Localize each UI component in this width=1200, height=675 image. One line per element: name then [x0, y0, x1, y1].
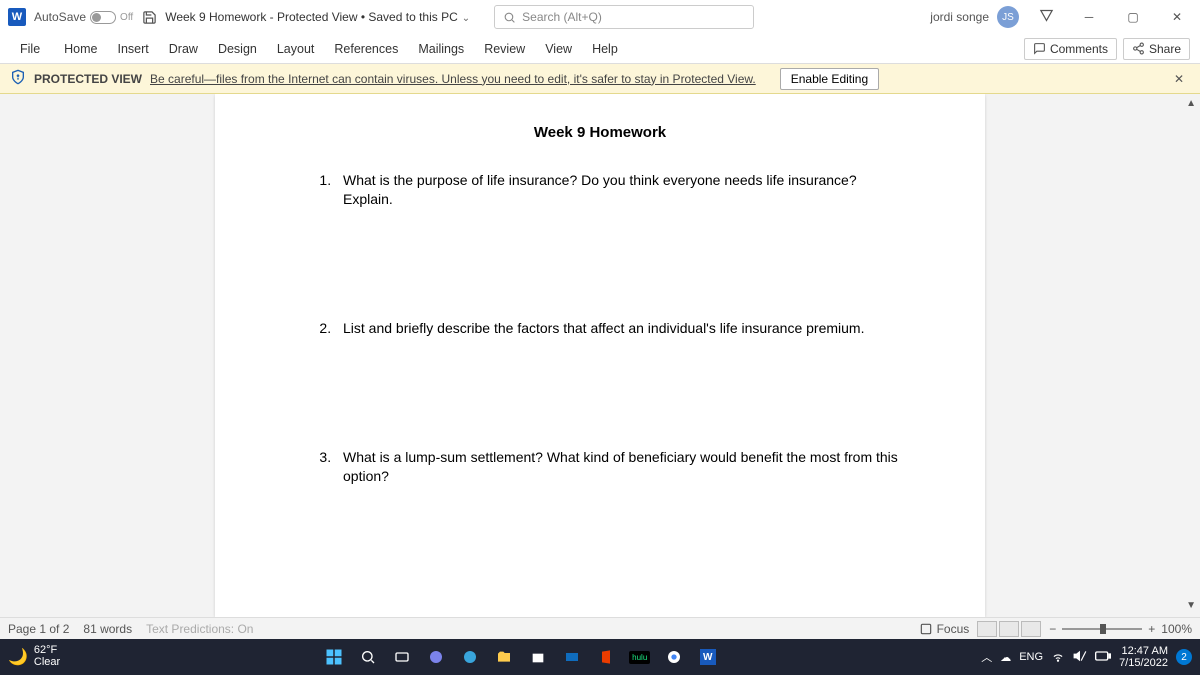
- time: 12:47 AM: [1122, 645, 1168, 657]
- moon-icon: 🌙: [8, 647, 28, 667]
- autosave-state: Off: [120, 12, 133, 23]
- text-predictions[interactable]: Text Predictions: On: [146, 622, 253, 636]
- word-count[interactable]: 81 words: [83, 622, 132, 636]
- ribbon-tabs: File Home Insert Draw Design Layout Refe…: [0, 34, 1200, 64]
- office-icon[interactable]: [591, 643, 621, 671]
- clock[interactable]: 12:47 AM 7/15/2022: [1119, 645, 1168, 669]
- status-bar: Page 1 of 2 81 words Text Predictions: O…: [0, 617, 1200, 639]
- tab-design[interactable]: Design: [208, 36, 267, 62]
- search-icon: [503, 11, 516, 24]
- tab-help[interactable]: Help: [582, 36, 628, 62]
- battery-icon[interactable]: [1095, 650, 1111, 665]
- document-title[interactable]: Week 9 Homework - Protected View • Saved…: [165, 10, 470, 24]
- zoom-percent[interactable]: 100%: [1161, 622, 1192, 636]
- title-bar: W AutoSave Off Week 9 Homework - Protect…: [0, 0, 1200, 34]
- ribbon-display-options[interactable]: [1039, 8, 1054, 26]
- store-icon[interactable]: [523, 643, 553, 671]
- zoom-in-icon[interactable]: +: [1148, 622, 1155, 636]
- tab-layout[interactable]: Layout: [267, 36, 325, 62]
- close-button[interactable]: ✕: [1162, 7, 1192, 27]
- word-taskbar-icon[interactable]: W: [693, 643, 723, 671]
- user-account[interactable]: jordi songe JS: [930, 6, 1019, 28]
- tab-draw[interactable]: Draw: [159, 36, 208, 62]
- document-heading: Week 9 Homework: [295, 124, 905, 141]
- maximize-button[interactable]: ▢: [1118, 7, 1148, 27]
- document-page[interactable]: Week 9 Homework What is the purpose of l…: [215, 94, 985, 617]
- language-indicator[interactable]: ENG: [1019, 651, 1043, 663]
- date: 7/15/2022: [1119, 657, 1168, 669]
- protected-view-label: PROTECTED VIEW: [34, 72, 142, 86]
- tray-chevron-icon[interactable]: ︿: [981, 649, 992, 665]
- scroll-up-icon[interactable]: ▲: [1186, 98, 1196, 109]
- toggle-off-icon[interactable]: [90, 11, 116, 24]
- tab-insert[interactable]: Insert: [108, 36, 159, 62]
- tab-file[interactable]: File: [10, 36, 50, 62]
- user-name: jordi songe: [930, 10, 989, 24]
- focus-mode-button[interactable]: Focus: [919, 622, 970, 636]
- focus-icon: [919, 622, 933, 636]
- question-3: What is a lump-sum settlement? What kind…: [335, 448, 905, 486]
- tab-mailings[interactable]: Mailings: [408, 36, 474, 62]
- task-view-icon[interactable]: [387, 643, 417, 671]
- shield-icon: [10, 69, 26, 88]
- search-input[interactable]: Search (Alt+Q): [494, 5, 754, 29]
- taskbar-search-icon[interactable]: [353, 643, 383, 671]
- condition: Clear: [34, 657, 60, 669]
- protected-view-bar: PROTECTED VIEW Be careful—files from the…: [0, 64, 1200, 94]
- close-bar-button[interactable]: ✕: [1168, 72, 1190, 86]
- protected-view-message[interactable]: Be careful—files from the Internet can c…: [150, 72, 756, 86]
- word-app-icon: W: [8, 8, 26, 26]
- zoom-out-icon[interactable]: −: [1049, 622, 1056, 636]
- volume-icon[interactable]: [1073, 649, 1087, 666]
- enable-editing-button[interactable]: Enable Editing: [780, 68, 879, 90]
- avatar: JS: [997, 6, 1019, 28]
- chat-icon[interactable]: [421, 643, 451, 671]
- document-area[interactable]: ▲ ▼ Week 9 Homework What is the purpose …: [0, 94, 1200, 617]
- comment-icon: [1033, 42, 1046, 55]
- chrome-icon[interactable]: [659, 643, 689, 671]
- start-button[interactable]: [319, 643, 349, 671]
- hulu-icon[interactable]: hulu: [625, 643, 655, 671]
- chevron-down-icon: ⌄: [462, 13, 470, 24]
- share-icon: [1132, 42, 1145, 55]
- autosave-toggle[interactable]: AutoSave Off: [34, 10, 133, 24]
- zoom-control[interactable]: − + 100%: [1049, 622, 1192, 636]
- scroll-down-icon[interactable]: ▼: [1186, 600, 1196, 611]
- zoom-slider[interactable]: [1062, 628, 1142, 630]
- windows-taskbar: 🌙 62°F Clear hulu W ︿ ☁ ENG 12:47 AM 7/1…: [0, 639, 1200, 675]
- wifi-icon[interactable]: [1051, 649, 1065, 666]
- onedrive-icon[interactable]: ☁: [1000, 651, 1011, 664]
- save-button[interactable]: [141, 9, 157, 25]
- notification-badge[interactable]: 2: [1176, 649, 1192, 665]
- tab-review[interactable]: Review: [474, 36, 535, 62]
- comments-button[interactable]: Comments: [1024, 38, 1117, 60]
- tab-home[interactable]: Home: [54, 36, 107, 62]
- autosave-label: AutoSave: [34, 10, 86, 24]
- mail-icon[interactable]: [557, 643, 587, 671]
- question-1: What is the purpose of life insurance? D…: [335, 171, 905, 209]
- explorer-icon[interactable]: [489, 643, 519, 671]
- question-2: List and briefly describe the factors th…: [335, 319, 905, 338]
- share-button[interactable]: Share: [1123, 38, 1190, 60]
- page-indicator[interactable]: Page 1 of 2: [8, 622, 69, 636]
- tab-view[interactable]: View: [535, 36, 582, 62]
- edge-icon[interactable]: [455, 643, 485, 671]
- minimize-button[interactable]: ─: [1074, 7, 1104, 27]
- view-mode-icons[interactable]: [977, 621, 1041, 637]
- tab-references[interactable]: References: [324, 36, 408, 62]
- weather-widget[interactable]: 🌙 62°F Clear: [8, 645, 60, 668]
